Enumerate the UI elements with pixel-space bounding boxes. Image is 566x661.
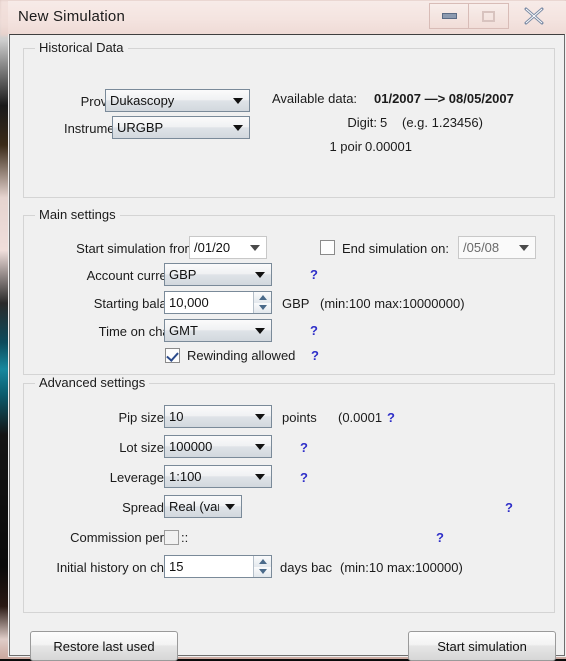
chevron-down-icon bbox=[249, 474, 271, 480]
starting-balance-stepper[interactable]: 10,000 bbox=[164, 291, 272, 314]
pip-value-label: 1 poir bbox=[329, 139, 362, 154]
commission-help-icon[interactable]: ? bbox=[436, 530, 444, 545]
digit-label: Digit: bbox=[347, 115, 377, 130]
chevron-down-icon bbox=[249, 414, 271, 420]
time-on-chart-dropdown[interactable]: GMT bbox=[164, 319, 272, 342]
end-simulation-label: End simulation on: bbox=[342, 241, 449, 256]
minimize-icon bbox=[441, 13, 457, 19]
time-on-chart-help-icon[interactable]: ? bbox=[310, 323, 318, 338]
spread-dropdown[interactable]: Real (variabl bbox=[164, 495, 242, 518]
historical-data-legend: Historical Data bbox=[35, 40, 128, 55]
available-data-value: 01/2007 —> 08/05/2007 bbox=[374, 91, 514, 106]
start-date-value: /01/20 bbox=[194, 240, 231, 255]
leverage-help-icon[interactable]: ? bbox=[300, 470, 308, 485]
provider-value: Dukascopy bbox=[110, 93, 175, 108]
initial-history-value: 15 bbox=[169, 559, 184, 574]
instrument-value: URGBP bbox=[117, 120, 164, 135]
main-settings-group: Main settings Start simulation from: /01… bbox=[23, 207, 555, 375]
rewinding-allowed-label: Rewinding allowed bbox=[187, 348, 296, 363]
pip-size-dropdown[interactable]: 10 bbox=[164, 405, 272, 428]
dialog-client-area: Historical Data Provider Dukascopy Instr… bbox=[9, 34, 565, 661]
spinner-down-icon[interactable] bbox=[254, 302, 271, 313]
starting-balance-range: (min:100 max:10000000) bbox=[320, 296, 465, 311]
initial-history-stepper[interactable]: 15 bbox=[164, 555, 272, 578]
commission-suffix: :: bbox=[181, 530, 189, 545]
maximize-button[interactable] bbox=[469, 3, 509, 29]
pip-size-help-icon[interactable]: ? bbox=[387, 410, 395, 425]
chevron-down-icon bbox=[219, 504, 241, 510]
lot-size-value: 100000 bbox=[169, 439, 213, 454]
spread-help-icon[interactable]: ? bbox=[505, 500, 513, 515]
spinner-down-icon[interactable] bbox=[254, 566, 271, 577]
starting-balance-label: Starting balan bbox=[93, 296, 174, 311]
start-date-picker[interactable]: /01/20 bbox=[189, 236, 267, 259]
spread-value: Real (variabl bbox=[169, 499, 219, 514]
end-date-picker[interactable]: /05/08 bbox=[458, 236, 536, 259]
close-icon bbox=[524, 7, 544, 25]
pip-size-label: Pip size bbox=[118, 410, 164, 425]
spinner-buttons[interactable] bbox=[253, 556, 271, 577]
historical-data-group: Historical Data Provider Dukascopy Instr… bbox=[23, 40, 555, 198]
pip-size-unit: points bbox=[282, 410, 317, 425]
end-date-value: /05/08 bbox=[463, 240, 500, 255]
chevron-down-icon bbox=[249, 272, 271, 278]
pip-size-value: 10 bbox=[169, 409, 184, 424]
lot-size-dropdown[interactable]: 100000 bbox=[164, 435, 272, 458]
start-simulation-label: Start simulation bbox=[437, 638, 527, 654]
window-controls bbox=[429, 3, 559, 29]
start-simulation-label: Start simulation from: bbox=[76, 241, 199, 256]
close-button[interactable] bbox=[509, 3, 559, 29]
leverage-label: Leverage bbox=[109, 470, 164, 485]
title-bar[interactable]: New Simulation bbox=[8, 1, 566, 34]
account-currency-dropdown[interactable]: GBP bbox=[164, 263, 272, 286]
start-simulation-button[interactable]: Start simulation bbox=[408, 631, 556, 661]
advanced-settings-group: Advanced settings Pip size 10 points (0.… bbox=[23, 375, 555, 613]
instrument-dropdown[interactable]: URGBP bbox=[112, 116, 250, 139]
new-simulation-window: New Simulation Historical Data Provider … bbox=[8, 1, 566, 661]
spread-label: Spread bbox=[122, 500, 164, 515]
pip-value-amount: 0.00001 bbox=[365, 139, 412, 154]
spinner-buttons[interactable] bbox=[253, 292, 271, 313]
starting-balance-value: 10,000 bbox=[169, 295, 209, 310]
time-on-chart-label: Time on char bbox=[98, 324, 174, 339]
account-currency-value: GBP bbox=[169, 267, 197, 282]
available-data-label: Available data: bbox=[272, 91, 358, 106]
leverage-value: 1:100 bbox=[169, 469, 202, 484]
advanced-settings-legend: Advanced settings bbox=[35, 375, 150, 390]
restore-last-used-button[interactable]: Restore last used bbox=[30, 631, 178, 661]
main-settings-legend: Main settings bbox=[35, 207, 120, 222]
maximize-icon bbox=[482, 10, 495, 22]
time-on-chart-value: GMT bbox=[169, 323, 198, 338]
digit-example: (e.g. 1.23456) bbox=[402, 115, 483, 130]
chevron-down-icon bbox=[249, 444, 271, 450]
chevron-down-icon bbox=[249, 328, 271, 334]
restore-last-used-label: Restore last used bbox=[53, 638, 155, 654]
chevron-down-icon bbox=[244, 245, 266, 251]
pip-size-note: (0.0001 bbox=[338, 410, 383, 425]
account-currency-help-icon[interactable]: ? bbox=[310, 267, 318, 282]
commission-label: Commission per bbox=[70, 530, 164, 545]
initial-history-unit: days bac bbox=[280, 560, 333, 575]
chevron-down-icon bbox=[227, 125, 249, 131]
starting-balance-unit: GBP bbox=[282, 296, 310, 311]
lot-size-help-icon[interactable]: ? bbox=[300, 440, 308, 455]
digit-value: 5 bbox=[380, 115, 388, 130]
window-title: New Simulation bbox=[18, 8, 126, 25]
initial-history-label: Initial history on ch bbox=[56, 560, 164, 575]
commission-checkbox[interactable] bbox=[164, 530, 179, 545]
leverage-dropdown[interactable]: 1:100 bbox=[164, 465, 272, 488]
minimize-button[interactable] bbox=[429, 3, 469, 29]
rewinding-allowed-help-icon[interactable]: ? bbox=[311, 348, 319, 363]
chevron-down-icon bbox=[227, 98, 249, 104]
spinner-up-icon[interactable] bbox=[254, 292, 271, 303]
provider-dropdown[interactable]: Dukascopy bbox=[105, 89, 250, 112]
spinner-up-icon[interactable] bbox=[254, 556, 271, 567]
initial-history-range: (min:10 max:100000) bbox=[340, 560, 463, 575]
lot-size-label: Lot size bbox=[119, 440, 164, 455]
end-simulation-checkbox[interactable] bbox=[320, 240, 335, 255]
chevron-down-icon bbox=[513, 245, 535, 251]
account-currency-label: Account curren bbox=[86, 268, 174, 283]
rewinding-allowed-checkbox[interactable] bbox=[165, 348, 180, 363]
